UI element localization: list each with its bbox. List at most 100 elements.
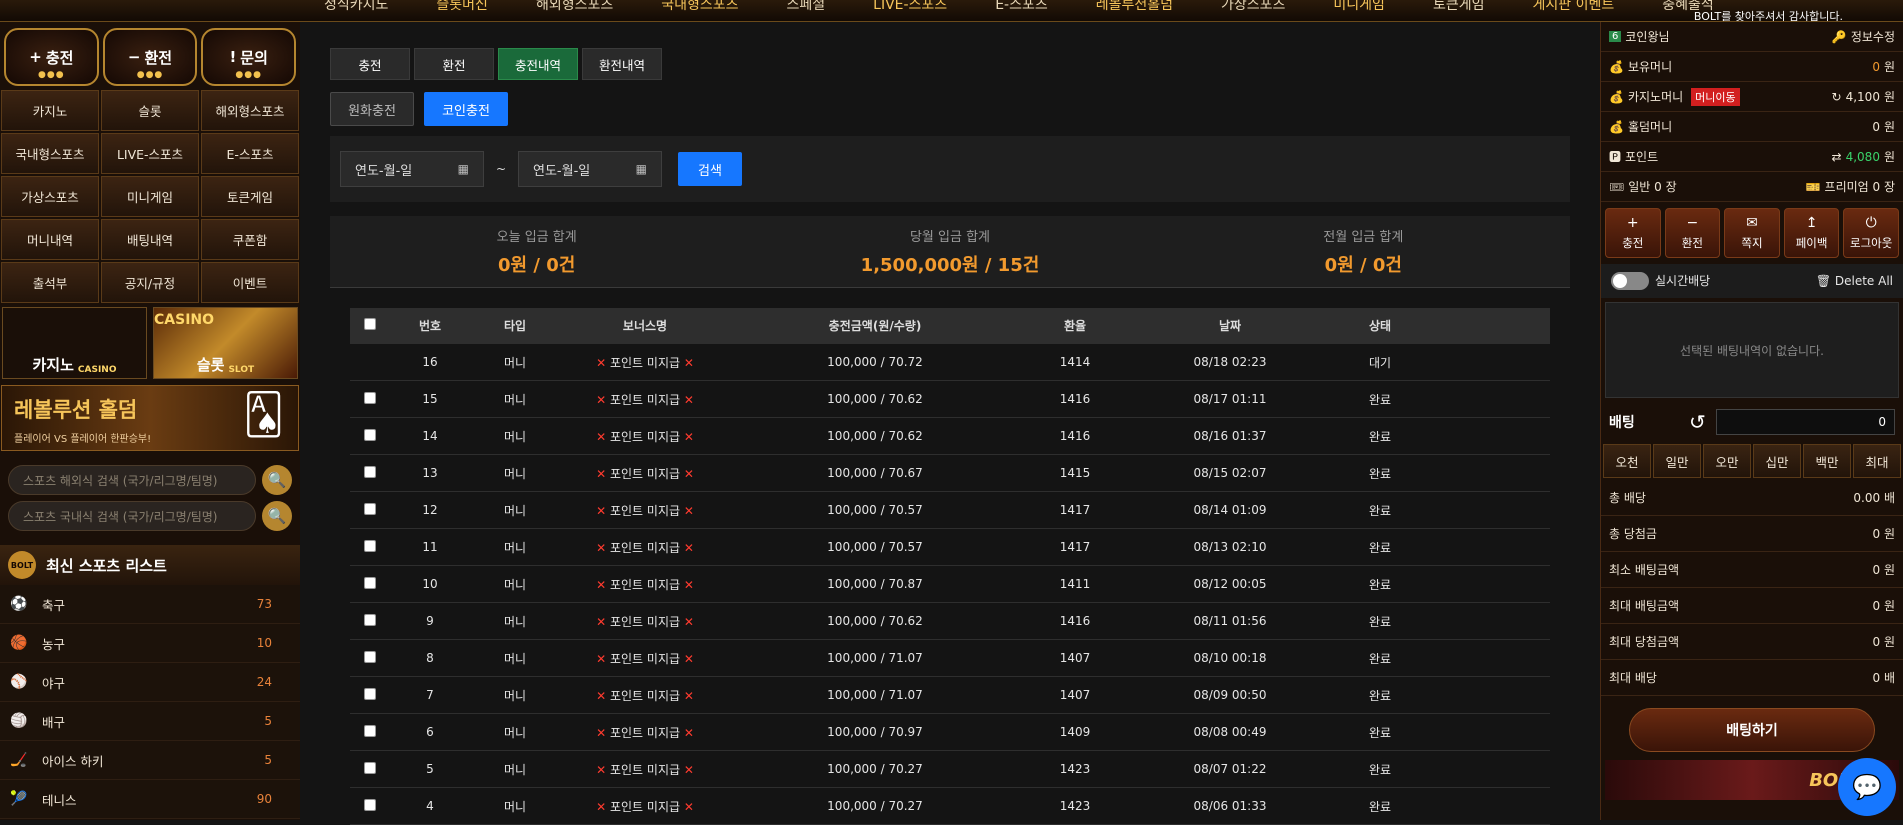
search-icon[interactable]: 🔍 — [262, 465, 292, 495]
calendar-icon[interactable]: ▦ — [458, 162, 469, 176]
bet-amount-input[interactable]: 0 — [1715, 409, 1895, 435]
exchange-icon[interactable]: ⇄ — [1832, 150, 1842, 164]
row-status: 완료 — [1368, 799, 1392, 814]
quick-amount-button[interactable]: 일만 — [1653, 444, 1701, 478]
edit-info-link[interactable]: 🔑 정보수정 — [1832, 28, 1895, 45]
row-checkbox[interactable] — [364, 724, 376, 737]
top-nav-item[interactable]: 정식카지노 — [300, 0, 412, 14]
row-checkbox[interactable] — [364, 465, 376, 478]
sport-list-item[interactable]: 🏒 아이스 하키 5 — [0, 741, 300, 780]
menu-item[interactable]: 슬롯 — [101, 90, 199, 131]
menu-item[interactable]: LIVE-스포츠 — [101, 133, 199, 174]
tab-2[interactable]: 충전내역 — [498, 48, 578, 80]
row-rate: 1417 — [1059, 540, 1091, 554]
row-checkbox[interactable] — [364, 613, 376, 626]
bet-label: 배팅 — [1609, 415, 1635, 431]
row-checkbox[interactable] — [364, 650, 376, 663]
header-button-1[interactable]: − 환전 ●●● — [102, 28, 198, 86]
row-checkbox[interactable] — [364, 761, 376, 774]
top-nav-item[interactable]: 가상스포츠 — [1197, 0, 1309, 14]
row-checkbox[interactable] — [364, 539, 376, 552]
refresh-icon[interactable]: ↻ — [1832, 90, 1842, 104]
menu-item[interactable]: 이벤트 — [201, 262, 299, 303]
top-nav-item[interactable]: 게시판 이벤트 — [1508, 0, 1638, 14]
end-date-input[interactable]: 연도-월-일 ▦ — [518, 151, 662, 187]
menu-item[interactable]: 머니내역 — [1, 219, 99, 260]
row-rate: 1407 — [1059, 688, 1091, 702]
menu-item[interactable]: 배팅내역 — [101, 219, 199, 260]
action-button-0[interactable]: + 충전 — [1605, 208, 1661, 258]
top-nav-item[interactable]: E-스포츠 — [971, 0, 1072, 14]
row-checkbox[interactable] — [364, 798, 376, 811]
place-bet-button[interactable]: 배팅하기 — [1629, 708, 1875, 752]
row-status: 완료 — [1368, 503, 1392, 518]
row-type: 머니 — [503, 688, 527, 703]
header-button-0[interactable]: + 충전 ●●● — [4, 28, 99, 86]
quick-amount-button[interactable]: 백만 — [1803, 444, 1851, 478]
slot-banner[interactable]: CASINO 슬롯 SLOT — [153, 307, 298, 379]
top-nav-item[interactable]: 미니게임 — [1309, 0, 1409, 14]
action-button-1[interactable]: − 환전 — [1664, 208, 1721, 258]
holdem-banner[interactable]: 레볼루션 홀덤 플레이어 VS 플레이어 한판승부! 🂡 — [1, 385, 299, 451]
action-button-3[interactable]: ↥ 페이백 — [1783, 208, 1840, 258]
top-nav-item[interactable]: 레볼루션홀덤 — [1072, 0, 1197, 14]
quick-amount-button[interactable]: 오만 — [1703, 444, 1751, 478]
subtab-1[interactable]: 코인충전 — [424, 92, 508, 126]
top-nav-item[interactable]: 토큰게임 — [1409, 0, 1509, 14]
overseas-search-input[interactable]: 스포츠 해외식 검색 (국가/리그명/팀명) — [8, 465, 256, 495]
top-nav-item[interactable]: LIVE-스포츠 — [849, 0, 971, 14]
row-bonus: ✕ 포인트 미지급 ✕ — [560, 576, 730, 593]
toggle-switch[interactable] — [1611, 272, 1649, 291]
row-checkbox[interactable] — [364, 391, 376, 404]
menu-item[interactable]: 토큰게임 — [201, 176, 299, 217]
dots-icon: ●●● — [136, 70, 164, 80]
row-checkbox[interactable] — [364, 502, 376, 515]
top-nav-item[interactable]: 국내형스포츠 — [637, 0, 762, 14]
top-nav-item[interactable]: 스페셜 — [763, 0, 850, 14]
header-button-2[interactable]: ! 문의 ●●● — [201, 28, 297, 86]
reset-icon[interactable]: ↺ — [1689, 410, 1706, 434]
select-all-checkbox[interactable] — [364, 318, 376, 330]
top-nav-item[interactable]: 슬롯머신 — [412, 0, 512, 14]
sport-list-item[interactable]: ⚾ 야구 24 — [0, 663, 300, 702]
menu-item[interactable]: 공지/규정 — [101, 262, 199, 303]
menu-item[interactable]: 가상스포츠 — [1, 176, 99, 217]
row-checkbox[interactable] — [364, 576, 376, 589]
calendar-icon[interactable]: ▦ — [636, 162, 647, 176]
realtime-toggle[interactable]: 실시간배당 — [1611, 272, 1710, 291]
menu-item[interactable]: 카지노 — [1, 90, 99, 131]
row-checkbox[interactable] — [364, 428, 376, 441]
action-icon: + — [1626, 215, 1639, 231]
menu-item[interactable]: 미니게임 — [101, 176, 199, 217]
search-icon[interactable]: 🔍 — [262, 501, 292, 531]
chat-icon[interactable]: 💬 — [1838, 758, 1896, 816]
domestic-search-input[interactable]: 스포츠 국내식 검색 (국가/리그명/팀명) — [8, 501, 256, 531]
quick-amount-button[interactable]: 오천 — [1603, 444, 1651, 478]
menu-item[interactable]: 해외형스포츠 — [201, 90, 299, 131]
subtab-0[interactable]: 원화충전 — [330, 92, 414, 126]
menu-item[interactable]: 쿠폰함 — [201, 219, 299, 260]
quick-amount-button[interactable]: 최대 — [1853, 444, 1901, 478]
menu-item[interactable]: E-스포츠 — [201, 133, 299, 174]
delete-all-button[interactable]: 🗑 Delete All — [1816, 274, 1893, 288]
action-button-2[interactable]: ✉ 쪽지 — [1724, 208, 1780, 258]
sport-list-item[interactable]: 🏐 배구 5 — [0, 702, 300, 741]
start-date-input[interactable]: 연도-월-일 ▦ — [340, 151, 484, 187]
menu-item[interactable]: 국내형스포츠 — [1, 133, 99, 174]
sport-list-item[interactable]: 🏀 농구 10 — [0, 624, 300, 663]
tab-3[interactable]: 환전내역 — [582, 48, 662, 80]
menu-item[interactable]: 출석부 — [1, 262, 99, 303]
search-button[interactable]: 검색 — [678, 152, 742, 186]
quick-amount-button[interactable]: 십만 — [1753, 444, 1801, 478]
casino-banner[interactable]: 카지노 CASINO — [2, 307, 147, 379]
top-nav-item[interactable]: 해외형스포츠 — [512, 0, 637, 14]
domestic-search: 스포츠 국내식 검색 (국가/리그명/팀명) 🔍 — [0, 501, 300, 531]
tab-0[interactable]: 충전 — [330, 48, 410, 80]
sport-list-item[interactable]: ⚽ 축구 73 — [0, 585, 300, 624]
sport-list-item[interactable]: 🎾 테니스 90 — [0, 780, 300, 819]
row-checkbox[interactable] — [364, 687, 376, 700]
x-icon: ✕ — [680, 577, 694, 592]
money-transfer-button[interactable]: 머니이동 — [1691, 87, 1740, 106]
tab-1[interactable]: 환전 — [414, 48, 494, 80]
action-button-4[interactable]: ⏻ 로그아웃 — [1843, 208, 1899, 258]
